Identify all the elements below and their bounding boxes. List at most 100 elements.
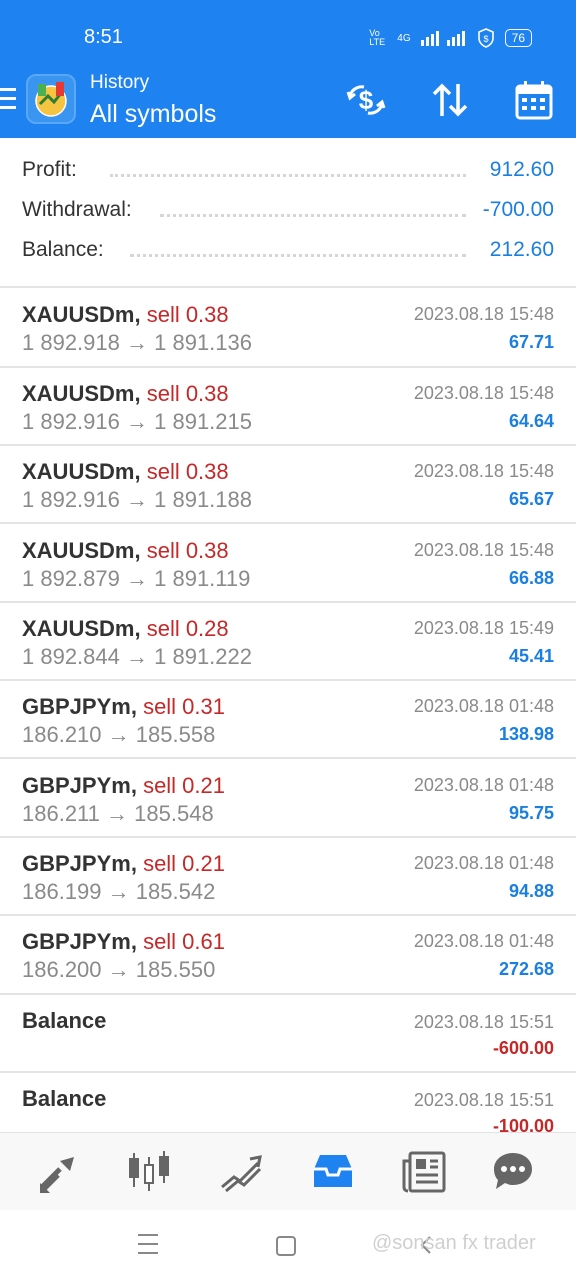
deal-symbol: XAUUSDm, [22,538,141,563]
currency-exchange-icon[interactable]: $ [344,78,388,122]
arrow-icon: → [126,409,148,434]
deal-close-price: 185.548 [134,801,214,826]
withdrawal-row: Withdrawal: -700.00 [0,194,576,230]
signal-label: 4G [397,32,411,44]
deal-row[interactable]: GBPJPYm, sell 0.21 186.211 → 185.548 202… [0,759,576,837]
deal-open-price: 1 892.844 [22,644,120,669]
deal-open-price: 1 892.918 [22,330,120,355]
deal-time: 2023.08.18 15:48 [413,304,554,324]
deal-close-price: 185.542 [135,879,216,904]
news-icon[interactable] [400,1147,450,1197]
deal-symbol: GBPJPYm, [22,851,137,876]
trade-icon[interactable] [216,1147,266,1197]
deal-symbol: GBPJPYm, [22,929,137,954]
deal-close-price: 1 891.188 [154,487,252,512]
deal-type: sell 0.21 [143,773,226,798]
status-icons: Vo LTE 4G $ 76 [369,28,532,48]
bottom-navigation [0,1132,576,1211]
chart-icon[interactable] [124,1147,174,1197]
deal-type: sell 0.21 [143,851,226,876]
arrow-icon: → [106,801,129,826]
deal-symbol: XAUUSDm, [22,381,141,406]
calendar-icon[interactable] [512,78,556,122]
deal-open-price: 186.200 [22,957,102,982]
deal-row[interactable]: GBPJPYm, sell 0.31 186.210 → 185.558 202… [0,680,576,758]
deal-profit: 64.64 [508,411,554,431]
deal-symbol: XAUUSDm, [22,616,141,641]
deal-profit: 138.98 [498,724,554,744]
deal-open-price: 1 892.916 [22,487,120,512]
deal-row[interactable]: GBPJPYm, sell 0.61 186.200 → 185.550 202… [0,915,576,993]
deal-close-price: 1 891.222 [154,644,252,669]
operation-label: Balance [22,1086,107,1111]
volte-label: Vo LTE [369,28,386,47]
deal-type: sell 0.61 [143,929,226,954]
deal-time: 2023.08.18 01:48 [413,775,554,795]
deal-profit: 65.67 [508,489,554,509]
deal-symbol: GBPJPYm, [22,694,137,719]
account-summary: Profit: 912.60 Withdrawal: -700.00 Balan… [0,138,576,286]
deal-profit: 272.68 [498,959,554,979]
deal-row[interactable]: XAUUSDm, sell 0.38 1 892.916 → 1 891.215… [0,367,576,445]
status-time: 8:51 [84,26,123,48]
deal-time: 2023.08.18 15:49 [413,618,554,638]
home-icon[interactable] [276,1236,296,1256]
deal-row[interactable]: XAUUSDm, sell 0.38 1 892.916 → 1 891.188… [0,445,576,523]
deal-time: 2023.08.18 15:48 [413,383,554,403]
operation-amount: -600.00 [492,1038,554,1058]
balance-value: 212.60 [483,238,554,262]
balance-operation-row[interactable]: Balance 2023.08.18 15:51 -600.00 [0,994,576,1072]
deal-close-price: 185.550 [135,957,216,982]
app-toolbar: History All symbols $ [0,66,576,138]
deal-symbol: XAUUSDm, [22,302,141,327]
sort-icon[interactable] [428,78,472,122]
deal-close-price: 1 891.119 [154,566,251,591]
toolbar-title: History [90,72,150,93]
profit-label: Profit: [22,158,83,182]
deal-type: sell 0.38 [146,538,229,563]
watermark: @sonsan fx trader [372,1232,536,1254]
operation-label: Balance [22,1008,107,1033]
deal-open-price: 186.199 [22,879,102,904]
deal-open-price: 186.211 [22,801,100,826]
arrow-icon: → [126,330,148,355]
deal-type: sell 0.31 [143,694,226,719]
operation-time: 2023.08.18 15:51 [413,1090,554,1110]
messages-icon[interactable] [488,1147,538,1197]
arrow-icon: → [126,487,148,512]
deal-profit: 95.75 [508,803,554,823]
balance-row: Balance: 212.60 [0,234,576,270]
signal-icon [420,31,465,46]
deal-time: 2023.08.18 15:48 [413,461,554,481]
arrow-icon: → [107,722,130,747]
arrow-icon: → [107,957,130,982]
deal-row[interactable]: XAUUSDm, sell 0.38 1 892.918 → 1 891.136… [0,288,576,366]
quotes-icon[interactable] [34,1147,84,1197]
deal-time: 2023.08.18 01:48 [413,696,554,716]
app-logo[interactable] [26,74,76,124]
deal-profit: 66.88 [508,568,554,588]
deal-time: 2023.08.18 15:48 [413,540,554,560]
deal-profit: 94.88 [508,881,554,901]
deal-type: sell 0.38 [146,459,229,484]
arrow-icon: → [107,879,130,904]
menu-icon[interactable] [0,88,16,114]
toolbar-subtitle[interactable]: All symbols [90,100,216,129]
arrow-icon: → [126,566,148,591]
deal-close-price: 1 891.215 [154,409,252,434]
deal-row[interactable]: GBPJPYm, sell 0.21 186.199 → 185.542 202… [0,837,576,915]
deal-open-price: 1 892.879 [22,566,120,591]
history-icon[interactable] [308,1147,358,1197]
deal-profit: 45.41 [508,646,554,666]
deal-row[interactable]: XAUUSDm, sell 0.28 1 892.844 → 1 891.222… [0,602,576,680]
svg-text:$: $ [483,34,488,44]
deal-type: sell 0.38 [146,381,229,406]
profit-row: Profit: 912.60 [0,154,576,190]
svg-text:$: $ [359,85,374,115]
arrow-icon: → [126,644,148,669]
recent-apps-icon[interactable] [138,1234,158,1256]
operation-time: 2023.08.18 15:51 [413,1012,554,1032]
deal-time: 2023.08.18 01:48 [413,853,554,873]
deal-row[interactable]: XAUUSDm, sell 0.38 1 892.879 → 1 891.119… [0,524,576,602]
shield-icon: $ [477,28,494,48]
